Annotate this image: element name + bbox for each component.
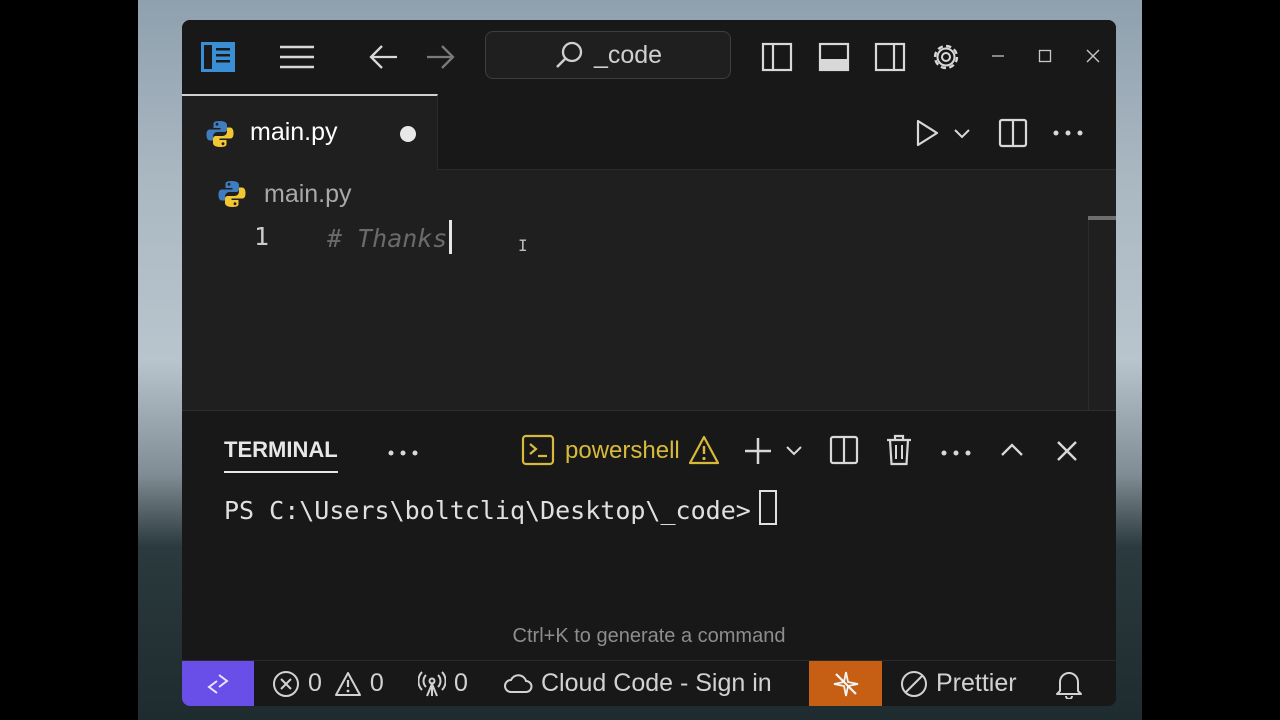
tab-terminal[interactable]: TERMINAL [224,437,338,473]
editor-tab[interactable]: main.py [182,94,438,170]
sparkle-off-icon [831,669,861,699]
blocked-icon [900,670,928,698]
prettier-status[interactable]: Prettier [900,661,1017,706]
warning-icon[interactable] [687,433,721,467]
terminal-prompt-text: PS C:\Users\boltcliq\Desktop\_code> [224,496,751,525]
close-icon[interactable] [1053,437,1081,465]
trash-icon[interactable] [883,433,915,467]
status-bar: 0 0 0 Cloud Code - Sign in Prettier [182,660,1116,706]
unsaved-indicator[interactable] [400,126,416,142]
search-icon [554,40,584,70]
cloud-icon [503,673,533,695]
shell-selector[interactable]: powershell [565,437,680,465]
title-bar: _code [182,20,1116,94]
editor-tab-label: main.py [250,118,338,146]
cloud-code-status[interactable]: Cloud Code - Sign in [503,661,772,706]
layout-left-icon[interactable] [760,40,794,74]
code-line-text: # Thanks [327,224,448,253]
terminal-hint: Ctrl+K to generate a command [512,625,786,647]
text-caret [449,220,453,254]
error-icon [272,670,300,698]
remote-icon [205,672,231,696]
run-icon[interactable] [912,118,942,148]
ports-count: 0 [454,669,468,697]
more-icon[interactable] [1050,124,1086,142]
arrow-right-icon[interactable] [423,40,457,74]
maximize-icon[interactable] [1035,46,1055,66]
sidebar-toggle-icon[interactable] [198,40,238,74]
bell-icon [1055,669,1083,699]
python-icon [204,118,236,150]
ports-indicator[interactable]: 0 [418,661,468,706]
notifications-button[interactable] [1055,661,1083,706]
more-icon[interactable] [939,445,973,461]
terminal-icon [520,433,556,467]
broadcast-icon [418,670,446,698]
close-icon[interactable] [1083,46,1103,66]
mouse-cursor-icon: I [518,236,528,255]
prettier-label: Prettier [936,669,1017,697]
layout-bottom-icon[interactable] [817,40,851,74]
chevron-down-icon[interactable] [782,441,806,461]
problems-indicator[interactable]: 0 0 [272,661,384,706]
editor-scrollbar[interactable] [1088,216,1116,410]
more-icon[interactable] [386,445,420,461]
chevron-down-icon[interactable] [950,124,974,144]
gear-icon[interactable] [927,38,965,76]
editor-scroll-thumb[interactable] [1088,216,1116,220]
warning-count: 0 [369,669,384,697]
split-editor-icon[interactable] [996,117,1030,149]
layout-right-icon[interactable] [873,40,907,74]
command-center-search[interactable]: _code [485,31,731,79]
extension-status-button[interactable] [809,661,882,706]
menu-icon[interactable] [277,40,317,74]
search-label: _code [593,40,663,69]
code-editor[interactable]: main.py 1 # Thanks I [182,170,1116,410]
terminal-prompt[interactable]: PS C:\Users\boltcliq\Desktop\_code> [224,490,777,525]
editor-tab-bar: main.py [182,94,1116,170]
editor-window: _code main.py main.py 1 # Thanks I TERMI… [182,20,1116,706]
plus-icon[interactable] [742,435,774,467]
split-terminal-icon[interactable] [827,434,861,466]
line-number: 1 [254,222,270,251]
remote-indicator[interactable] [182,661,254,706]
error-count: 0 [308,669,322,697]
terminal-cursor [758,490,777,525]
chevron-up-icon[interactable] [997,439,1027,461]
arrow-left-icon[interactable] [367,40,401,74]
cloud-code-label: Cloud Code - Sign in [541,669,772,697]
code-line[interactable]: # Thanks [327,220,453,254]
minimize-icon[interactable] [988,46,1008,66]
warning-icon [334,671,362,697]
python-icon [216,178,248,210]
breadcrumb[interactable]: main.py [264,180,352,209]
terminal-panel: TERMINAL powershell PS C:\Users\boltcliq… [182,410,1116,660]
